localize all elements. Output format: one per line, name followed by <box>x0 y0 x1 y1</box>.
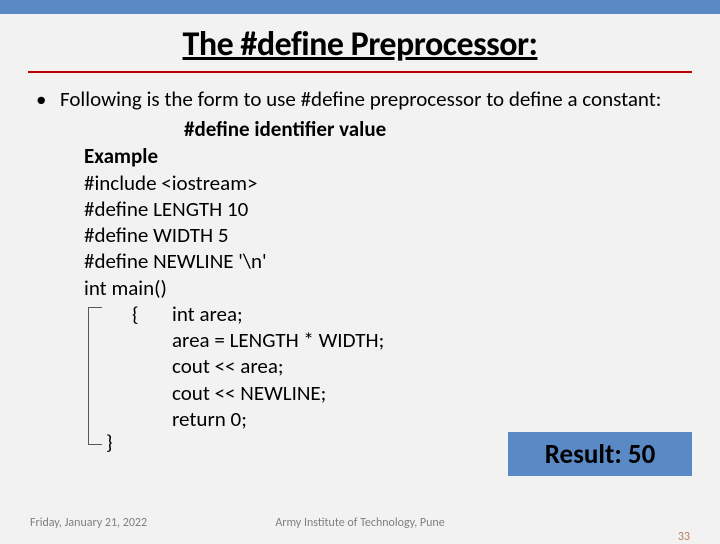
code-line: #include <iostream> <box>84 170 684 196</box>
slide-title: The #define Preprocessor: <box>0 24 720 65</box>
example-label: Example <box>84 143 684 169</box>
result-box: Result: 50 <box>508 432 692 476</box>
bracket-icon <box>88 307 102 445</box>
top-accent-bar <box>0 0 720 14</box>
close-brace: } <box>106 429 113 455</box>
code-line: area = LENGTH * WIDTH; <box>172 327 684 353</box>
body-lines: int area; area = LENGTH * WIDTH; cout <<… <box>172 301 684 432</box>
footer-date: Friday, January 21, 2022 <box>30 516 147 530</box>
code-line: int area; <box>172 301 684 327</box>
content-area: • Following is the form to use #define p… <box>36 87 684 432</box>
brace-column: { } <box>84 301 172 432</box>
title-underline-rule <box>28 71 692 73</box>
open-brace: { <box>132 301 139 327</box>
code-line: #define LENGTH 10 <box>84 196 684 222</box>
example-block: Example #include <iostream> #define LENG… <box>84 143 684 432</box>
function-body: { } int area; area = LENGTH * WIDTH; cou… <box>84 301 684 432</box>
syntax-line: #define identifier value <box>184 117 684 141</box>
code-line: return 0; <box>172 406 684 432</box>
bullet-text: Following is the form to use #define pre… <box>60 87 684 111</box>
footer: Friday, January 21, 2022 Army Institute … <box>0 516 720 530</box>
code-line: cout << NEWLINE; <box>172 380 684 406</box>
page-number: 33 <box>678 530 690 544</box>
bullet-item: • Following is the form to use #define p… <box>36 87 684 111</box>
code-line: cout << area; <box>172 353 684 379</box>
code-line: #define NEWLINE '\n' <box>84 248 684 274</box>
code-line: int main() <box>84 275 684 301</box>
bullet-marker: • <box>36 87 60 111</box>
code-line: #define WIDTH 5 <box>84 222 684 248</box>
